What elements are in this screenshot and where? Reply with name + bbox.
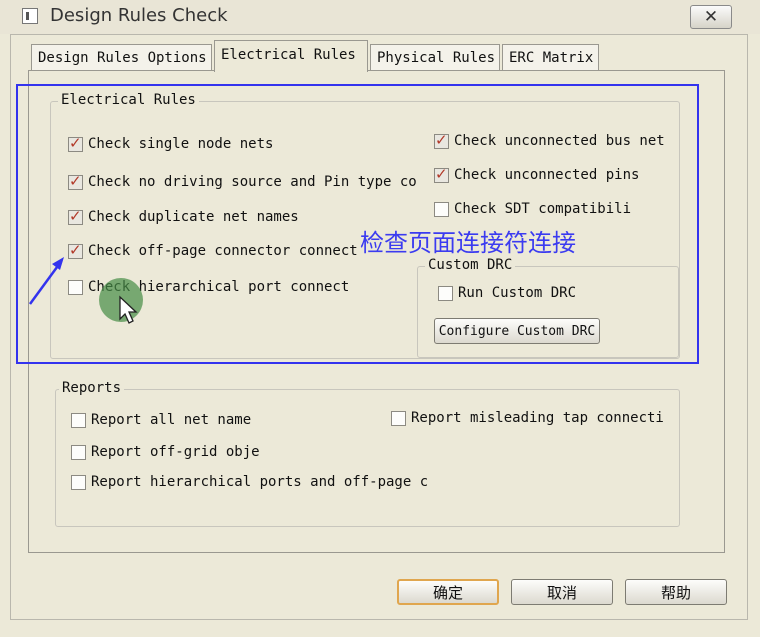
- design-rules-check-dialog: Design Rules Check ✕ Design Rules Option…: [0, 0, 760, 637]
- mouse-pointer-icon: [119, 295, 138, 324]
- tab-electrical-rules[interactable]: Electrical Rules: [214, 40, 368, 72]
